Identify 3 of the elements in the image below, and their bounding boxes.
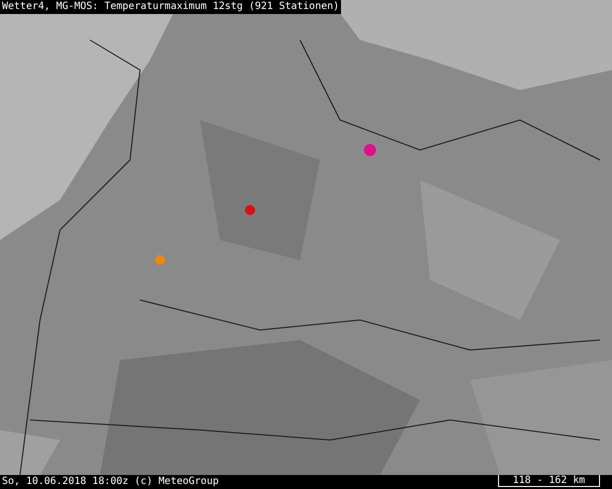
timestamp-text: So, 10.06.2018 18:00z (c) MeteoGroup (2, 475, 219, 489)
map-title: Wetter4, MG-MOS: Temperaturmaximum 12stg (921 Stationen) (0, 0, 342, 14)
scale-bar: 118 - 162 km (498, 475, 600, 487)
